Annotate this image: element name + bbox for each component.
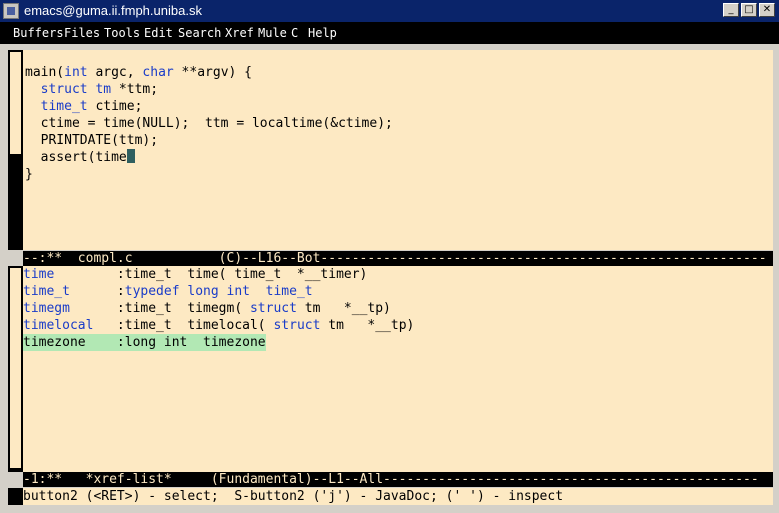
code-line: main(int argc, char **argv) { xyxy=(25,64,252,81)
xref-signature: struct xyxy=(249,301,297,316)
xref-row[interactable]: time_t :typedef long int time_t xyxy=(23,283,313,300)
menu-edit[interactable]: Edit xyxy=(144,26,173,40)
text-cursor xyxy=(126,149,135,163)
code-line: ctime = time(NULL); ttm = localtime(&cti… xyxy=(25,115,393,132)
code-keyword: int xyxy=(64,65,88,80)
xref-signature: int xyxy=(226,284,250,299)
menu-tools[interactable]: Tools xyxy=(104,26,140,40)
menu-help[interactable]: Help xyxy=(308,26,337,40)
code-text: assert(time xyxy=(25,150,127,165)
code-text: ctime = time(NULL); ttm = localtime(&cti… xyxy=(25,116,393,131)
frame-edge xyxy=(773,46,779,513)
menu-files[interactable]: Files xyxy=(64,26,100,40)
xref-signature: time_t xyxy=(265,284,313,299)
mode-line-compl[interactable]: --:** compl.c (C)--L16--Bot-------------… xyxy=(23,251,773,266)
window-title: emacs@guma.ii.fmph.uniba.sk xyxy=(24,3,202,18)
xref-scrollbar[interactable] xyxy=(8,266,23,472)
code-keyword: char xyxy=(142,65,174,80)
code-line: } xyxy=(25,166,33,183)
close-button[interactable]: ✕ xyxy=(759,3,775,17)
code-line: struct tm *ttm; xyxy=(25,81,158,98)
code-line: time_t ctime; xyxy=(25,98,143,115)
code-text: argc, xyxy=(87,65,143,80)
mode-line-xref-list[interactable]: -1:** *xref-list* (Fundamental)--L1--All… xyxy=(23,472,773,487)
code-keyword: tm xyxy=(95,82,112,97)
code-editor[interactable]: main(int argc, char **argv) { struct tm … xyxy=(23,50,773,250)
xref-symbol-name: time_t xyxy=(23,284,110,299)
code-line: assert(time xyxy=(25,149,135,166)
title-bar: emacs@guma.ii.fmph.uniba.sk _ □ ✕ xyxy=(0,0,779,22)
xref-signature xyxy=(219,284,227,299)
editor-scrollbar-thumb[interactable] xyxy=(10,52,21,154)
code-text: *ttm; xyxy=(111,82,159,97)
code-text: ctime; xyxy=(87,99,143,114)
xref-signature: tm *__tp) xyxy=(296,301,391,316)
xref-signature: :time_t timegm( xyxy=(109,301,250,316)
xref-row[interactable]: timelocal :time_t timelocal( struct tm *… xyxy=(23,317,414,334)
xref-row[interactable]: time :time_t time( time_t *__timer) xyxy=(23,266,367,283)
code-text: } xyxy=(25,167,33,182)
minibuffer[interactable]: button2 (<RET>) - select; S-button2 ('j'… xyxy=(23,488,773,505)
code-text: main( xyxy=(25,65,65,80)
xref-list-buffer[interactable]: time :time_t time( time_t *__timer) time_… xyxy=(23,266,773,472)
menu-xref[interactable]: Xref xyxy=(225,26,254,40)
xref-row[interactable]: timegm :time_t timegm( struct tm *__tp) xyxy=(23,300,391,317)
xref-scrollbar-thumb[interactable] xyxy=(10,268,21,468)
code-keyword: time_t xyxy=(40,99,88,114)
xref-symbol-name: timezone xyxy=(23,335,110,350)
xref-signature: :long int timezone xyxy=(109,335,266,350)
xref-symbol-name: time xyxy=(23,267,110,282)
minibuffer-marker xyxy=(8,488,23,505)
code-line: PRINTDATE(ttm); xyxy=(25,132,158,149)
menu-c[interactable]: C xyxy=(291,26,298,40)
code-text: **argv) { xyxy=(173,65,253,80)
minimize-button[interactable]: _ xyxy=(723,3,739,17)
xref-signature xyxy=(250,284,266,299)
xref-signature: : xyxy=(109,284,125,299)
maximize-button[interactable]: □ xyxy=(741,3,757,17)
editor-scrollbar[interactable] xyxy=(8,50,23,250)
xref-symbol-name: timegm xyxy=(23,301,110,316)
menu-bar: Buffers Files Tools Edit Search Xref Mul… xyxy=(0,22,779,46)
menu-mule[interactable]: Mule xyxy=(258,26,287,40)
xref-signature: struct xyxy=(273,318,321,333)
xref-signature: :time_t time( time_t *__timer) xyxy=(109,267,368,282)
menu-buffers[interactable]: Buffers xyxy=(13,26,64,40)
xref-row-selected[interactable]: timezone :long int timezone xyxy=(23,334,266,351)
code-text: PRINTDATE(ttm); xyxy=(25,133,159,148)
xref-signature: typedef xyxy=(124,284,180,299)
xref-signature: long xyxy=(187,284,219,299)
xref-signature: :time_t timelocal( xyxy=(109,318,274,333)
app-icon[interactable] xyxy=(3,3,19,19)
code-keyword: struct xyxy=(40,82,88,97)
xref-signature: tm *__tp) xyxy=(320,318,415,333)
menu-search[interactable]: Search xyxy=(178,26,221,40)
xref-symbol-name: timelocal xyxy=(23,318,110,333)
